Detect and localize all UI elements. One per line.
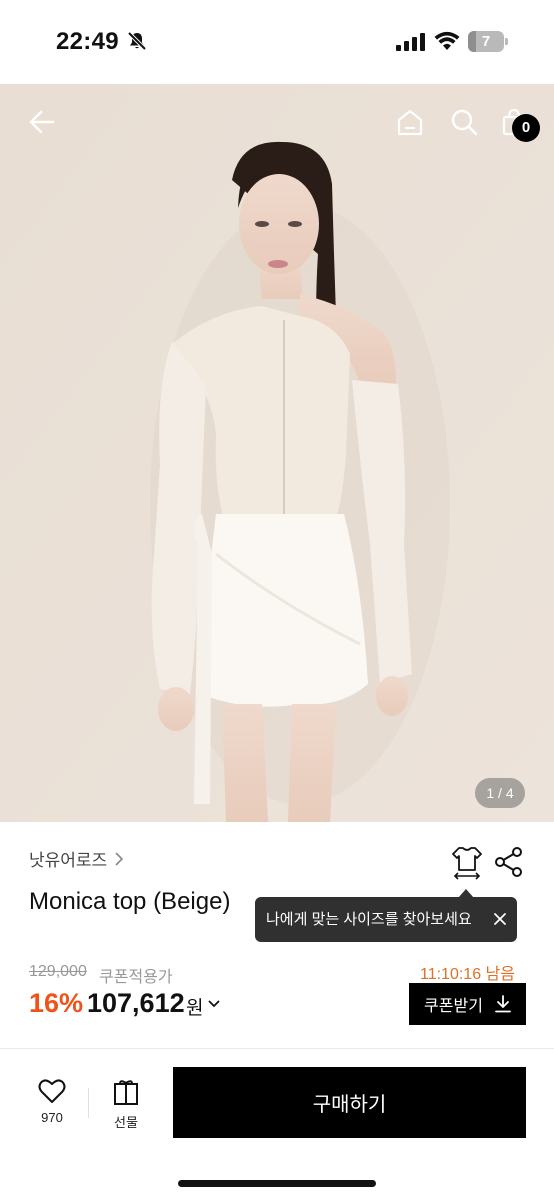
status-time: 22:49 xyxy=(56,28,119,55)
battery-level-text: 7 xyxy=(481,33,491,50)
like-count: 970 xyxy=(41,1110,63,1125)
size-tooltip[interactable]: 나에게 맞는 사이즈를 찾아보세요 xyxy=(255,897,517,942)
back-button[interactable] xyxy=(22,102,62,142)
heart-icon xyxy=(38,1079,66,1103)
home-indicator xyxy=(178,1180,376,1187)
chevron-down-icon[interactable] xyxy=(207,997,221,1011)
brand-link[interactable]: 낫유어로즈 xyxy=(29,846,125,871)
like-button[interactable]: 970 xyxy=(30,1078,74,1134)
original-price: 129,000 xyxy=(29,963,87,980)
search-button[interactable] xyxy=(444,102,484,142)
sale-price: 107,612 xyxy=(87,988,185,1018)
cellular-signal-icon xyxy=(396,33,425,51)
gift-label: 선물 xyxy=(114,1115,138,1130)
get-coupon-button[interactable]: 쿠폰받기 xyxy=(409,983,526,1025)
coupon-price-note: 쿠폰적용가 xyxy=(99,969,173,986)
currency-label: 원 xyxy=(186,998,204,1019)
product-name: Monica top (Beige) xyxy=(29,888,231,915)
download-icon xyxy=(495,995,511,1013)
back-arrow-icon xyxy=(29,110,55,134)
home-icon xyxy=(397,109,423,136)
size-guide-icon[interactable] xyxy=(449,844,485,880)
search-icon xyxy=(451,109,478,136)
wifi-icon xyxy=(434,31,460,50)
brand-name: 낫유어로즈 xyxy=(29,851,108,870)
gift-button[interactable]: 선물 xyxy=(104,1078,148,1134)
bell-slash-icon xyxy=(127,31,147,51)
buy-button[interactable]: 구매하기 xyxy=(173,1067,526,1138)
status-bar: 22:49 7 xyxy=(0,0,554,84)
size-tooltip-text: 나에게 맞는 사이즈를 찾아보세요 xyxy=(266,911,472,928)
divider-vertical xyxy=(88,1088,89,1118)
coupon-timer: 11:10:16 남음 xyxy=(420,966,515,983)
image-counter: 1 / 4 xyxy=(475,778,525,808)
gift-icon xyxy=(114,1080,138,1105)
discount-rate: 16% xyxy=(29,988,84,1018)
product-photo xyxy=(0,84,554,822)
home-button[interactable] xyxy=(390,102,430,142)
get-coupon-label: 쿠폰받기 xyxy=(424,998,483,1015)
cart-count-badge: 0 xyxy=(512,114,540,142)
share-icon[interactable] xyxy=(494,846,524,878)
close-icon[interactable] xyxy=(490,909,510,929)
battery-icon: 7 xyxy=(468,31,508,52)
chevron-right-icon xyxy=(115,851,124,866)
buy-button-label: 구매하기 xyxy=(312,1094,387,1116)
divider xyxy=(0,1048,554,1049)
product-image-gallery[interactable]: 1 / 4 xyxy=(0,84,554,822)
